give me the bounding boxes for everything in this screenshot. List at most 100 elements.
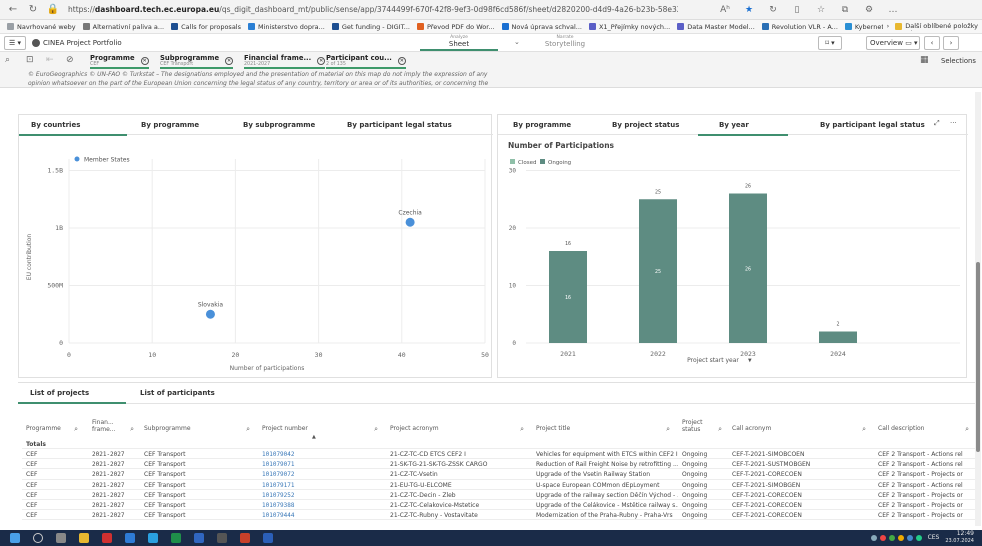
word-icon[interactable] <box>263 533 273 543</box>
column-header-call-acronym[interactable]: Call acronym ⌕ <box>732 412 874 440</box>
column-search-icon[interactable]: ⌕ <box>246 425 250 434</box>
edge-icon[interactable] <box>148 533 158 543</box>
search-icon[interactable] <box>33 533 43 543</box>
clock[interactable]: 12:49 23.07.2024 <box>945 530 974 544</box>
table-row[interactable]: CEF 2021-2027 CEF Transport 101079388 21-CZ-… <box>22 501 977 511</box>
clear-selection-icon[interactable]: ✕ <box>140 57 149 65</box>
x-axis-dropdown-icon[interactable]: ▼ <box>748 357 752 364</box>
navigation-menu-button[interactable]: ☰ ▾ <box>4 36 26 50</box>
column-header-finan-frame[interactable]: Finan... frame... ⌕ <box>92 412 142 440</box>
smart-search-icon[interactable]: ⌕ <box>5 55 10 65</box>
column-search-icon[interactable]: ⌕ <box>130 425 134 434</box>
mode-dropdown-icon[interactable]: ⌄ <box>514 38 520 46</box>
selection-chip-subprogramme[interactable]: Subprogramme CEF Transport ✕ <box>160 54 234 69</box>
favorite-star-icon[interactable]: ★ <box>742 5 756 15</box>
bookmark-navrhovan-weby[interactable]: Navrhované weby <box>7 23 76 31</box>
outlook-icon[interactable] <box>125 533 135 543</box>
column-search-icon[interactable]: ⌕ <box>520 425 524 434</box>
column-search-icon[interactable]: ⌕ <box>374 425 378 434</box>
task-view-icon[interactable] <box>56 533 66 543</box>
tab-by-participant-legal-status[interactable]: By participant legal status <box>347 121 452 129</box>
next-sheet-button[interactable]: › <box>943 36 959 50</box>
cell-project-number[interactable]: 101079252 <box>262 492 386 499</box>
column-header-project-title[interactable]: Project title ⌕ <box>536 412 678 440</box>
address-bar[interactable]: https://dashboard.tech.ec.europa.eu/qs_d… <box>68 3 678 17</box>
selections-tool-icon[interactable]: ⊡ <box>26 55 34 65</box>
cell-project-number[interactable]: 101079444 <box>262 512 386 519</box>
selection-chip-programme[interactable]: Programme CEF ✕ <box>90 54 149 69</box>
tab-by-year[interactable]: By year <box>719 121 749 129</box>
refresh-sync-icon[interactable]: ↻ <box>766 5 780 15</box>
table-row[interactable]: CEF 2021-2027 CEF Transport 101079252 21-CZ-… <box>22 491 977 500</box>
mode-narrate-tab[interactable]: Narrate Storytelling <box>530 35 600 51</box>
back-icon[interactable]: ← <box>6 3 20 17</box>
tab-list-of-participants[interactable]: List of participants <box>140 389 215 397</box>
file-explorer-icon[interactable] <box>79 533 89 543</box>
bar-2024[interactable] <box>819 331 857 344</box>
page-scrollbar[interactable] <box>975 92 981 526</box>
other-favorites[interactable]: › Další oblíbené položky <box>882 22 978 30</box>
bookmark-alternativn-paliva-a[interactable]: Alternativní paliva a... <box>82 23 164 31</box>
table-row[interactable]: CEF 2021-2027 CEF Transport 101079171 21-EU-… <box>22 481 977 490</box>
keyboard-language[interactable]: CES <box>928 534 940 541</box>
column-search-icon[interactable]: ⌕ <box>862 425 866 434</box>
column-header-project-status[interactable]: Project status ⌕ <box>682 412 730 440</box>
column-search-icon[interactable]: ⌕ <box>965 425 969 434</box>
table-row[interactable]: CEF 2021-2027 CEF Transport 101079444 21-CZ-… <box>22 511 977 521</box>
scatter-point-slovakia[interactable] <box>205 309 215 319</box>
tab-by-subprogramme[interactable]: By subprogramme <box>243 121 315 129</box>
excel-icon[interactable] <box>171 533 181 543</box>
reload-icon[interactable]: ↻ <box>26 3 40 17</box>
sheet-overview-button[interactable]: Overview ▭ ▾ <box>866 36 920 50</box>
outlook-app-icon[interactable] <box>194 533 204 543</box>
bookmark-nov-prava-schval[interactable]: Nová úprava schval... <box>501 23 582 31</box>
column-search-icon[interactable]: ⌕ <box>74 425 78 434</box>
cell-project-number[interactable]: 101079388 <box>262 502 386 509</box>
snipping-icon[interactable] <box>217 533 227 543</box>
bookmark-ministerstvo-dopra[interactable]: Ministerstvo dopra... <box>248 23 325 31</box>
collections-icon[interactable]: ⧉ <box>838 5 852 15</box>
clear-selection-icon[interactable]: ✕ <box>397 57 406 65</box>
selections-label[interactable]: Selections <box>941 57 976 65</box>
more-options-button[interactable]: ··· <box>950 119 957 127</box>
column-search-icon[interactable]: ⌕ <box>666 425 670 434</box>
bookmark-get-funding-digit[interactable]: Get funding - DIGIT... <box>331 23 410 31</box>
selections-icon[interactable]: ▦ <box>920 55 929 65</box>
tab-by-countries[interactable]: By countries <box>31 121 80 129</box>
clear-selection-icon[interactable]: ✕ <box>225 57 234 65</box>
tab-list-of-projects[interactable]: List of projects <box>30 389 89 397</box>
acrobat-icon[interactable] <box>102 533 112 543</box>
tab-by-programme[interactable]: By programme <box>513 121 571 129</box>
bookmark-revolution-vlr-a[interactable]: Revolution VLR - A... <box>761 23 838 31</box>
windows-start-icon[interactable] <box>10 533 20 543</box>
powerpoint-icon[interactable] <box>240 533 250 543</box>
clear-selection-icon[interactable]: ✕ <box>317 57 326 65</box>
bookmark-calls-for-proposals[interactable]: Calls for proposals <box>171 23 241 31</box>
cell-project-number[interactable]: 101079071 <box>262 461 386 468</box>
scatter-point-czechia[interactable] <box>405 217 415 227</box>
tab-by-participant-legal-status[interactable]: By participant legal status <box>820 121 925 129</box>
step-back-icon[interactable]: ⇤ <box>46 55 54 65</box>
mode-analyze-tab[interactable]: Analyze Sheet <box>420 35 498 51</box>
tab-by-project-status[interactable]: By project status <box>612 121 679 129</box>
split-screen-icon[interactable]: ▯ <box>790 5 804 15</box>
more-menu-icon[interactable]: … <box>886 5 900 15</box>
bookmark-x1-p-ej-mky-nov-ch[interactable]: X1_Přejímky nových... <box>588 23 670 31</box>
cell-project-number[interactable]: 101079171 <box>262 482 386 489</box>
bookmark-p-evod-pdf-do-wor[interactable]: Převod PDF do Wor... <box>416 23 495 31</box>
cell-project-number[interactable]: 101079072 <box>262 471 386 478</box>
expand-icon[interactable]: ⤢ <box>934 119 940 128</box>
table-row[interactable]: CEF 2021-2027 CEF Transport 101079042 21-CZ-… <box>22 450 977 460</box>
read-aloud-icon[interactable]: Aʰ <box>718 5 732 15</box>
previous-sheet-button[interactable]: ‹ <box>924 36 940 50</box>
selection-chip-financial-frame[interactable]: Financial frame... 2021-2027 ✕ <box>244 54 326 69</box>
cell-project-number[interactable]: 101079042 <box>262 451 386 458</box>
bookmark-button[interactable]: ⌑ ▾ <box>818 36 842 50</box>
clear-all-icon[interactable]: ⊘ <box>66 55 74 65</box>
column-search-icon[interactable]: ⌕ <box>718 425 722 434</box>
tab-by-programme[interactable]: By programme <box>141 121 199 129</box>
column-header-subprogramme[interactable]: Subprogramme ⌕ <box>144 412 258 440</box>
column-header-project-acronym[interactable]: Project acronym ⌕ <box>390 412 532 440</box>
selection-chip-participant-cou[interactable]: Participant cou... 2 of 135 ✕ <box>326 54 406 69</box>
chevron-right-icon[interactable]: › <box>887 22 890 30</box>
